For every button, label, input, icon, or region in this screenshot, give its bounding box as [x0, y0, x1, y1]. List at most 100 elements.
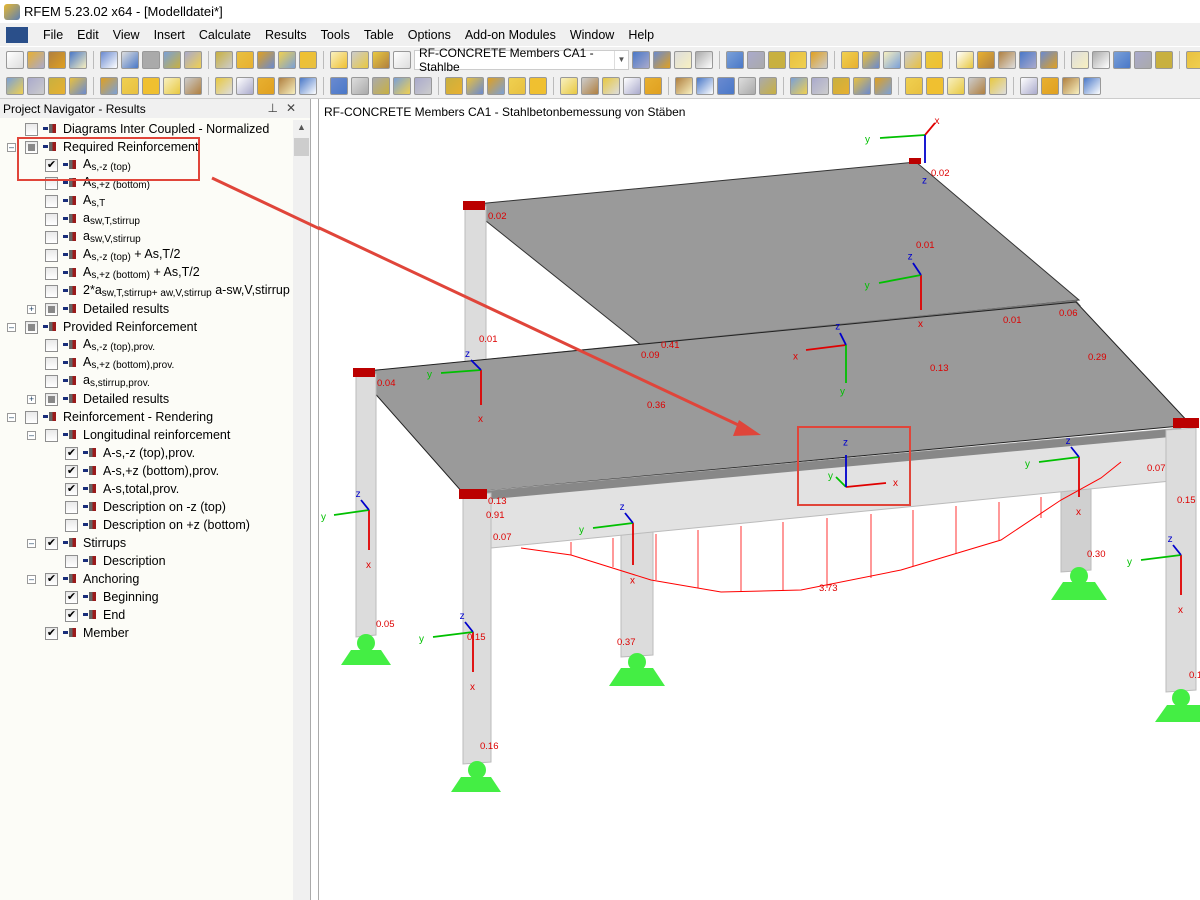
- toolbar-tool-icon[interactable]: [330, 76, 348, 95]
- toolbar-tool-icon[interactable]: [717, 76, 735, 95]
- toolbar-tool-icon[interactable]: [372, 51, 390, 69]
- toolbar-tool-icon[interactable]: [69, 76, 87, 95]
- scroll-thumb[interactable]: [294, 138, 309, 156]
- toolbar-tool-icon[interactable]: [1062, 76, 1080, 95]
- menu-tools[interactable]: Tools: [314, 28, 357, 42]
- checkbox[interactable]: [45, 230, 58, 244]
- toolbar-tool-icon[interactable]: [811, 76, 829, 95]
- collapse-icon[interactable]: –: [27, 539, 36, 548]
- menu-edit[interactable]: Edit: [70, 28, 106, 42]
- tree-item[interactable]: ✔ A-s,-z (top),prov.: [65, 444, 195, 462]
- menu-file[interactable]: File: [36, 28, 70, 42]
- toolbar-tool-icon[interactable]: [874, 76, 892, 95]
- toolbar-tool-icon[interactable]: [236, 51, 254, 69]
- toolbar-tool-icon[interactable]: [696, 76, 714, 95]
- menu-window[interactable]: Window: [563, 28, 621, 42]
- tree-item[interactable]: Description on -z (top): [65, 498, 226, 516]
- toolbar-tool-icon[interactable]: [487, 76, 505, 95]
- toolbar-tool-icon[interactable]: [1041, 76, 1059, 95]
- toolbar-tool-icon[interactable]: [69, 51, 87, 69]
- toolbar-tool-icon[interactable]: [925, 51, 943, 69]
- toolbar-tool-icon[interactable]: [508, 76, 526, 95]
- toolbar-tool-icon[interactable]: [675, 76, 693, 95]
- toolbar-tool-icon[interactable]: [956, 51, 974, 69]
- toolbar-tool-icon[interactable]: [790, 76, 808, 95]
- collapse-icon[interactable]: –: [7, 323, 16, 332]
- toolbar-tool-icon[interactable]: [989, 76, 1007, 95]
- toolbar-tool-icon[interactable]: [1071, 51, 1089, 69]
- checkbox[interactable]: [25, 410, 38, 424]
- tree-item[interactable]: Description: [65, 552, 166, 570]
- toolbar-tool-icon[interactable]: [862, 51, 880, 69]
- checkbox[interactable]: [45, 194, 58, 208]
- toolbar-tool-icon[interactable]: [163, 76, 181, 95]
- toolbar-tool-icon[interactable]: [351, 51, 369, 69]
- toolbar-tool-icon[interactable]: [6, 51, 24, 69]
- toolbar-tool-icon[interactable]: [27, 51, 45, 69]
- toolbar-tool-icon[interactable]: [602, 76, 620, 95]
- toolbar-tool-icon[interactable]: [257, 51, 275, 69]
- toolbar-tool-icon[interactable]: [768, 51, 786, 69]
- checkbox[interactable]: [45, 266, 58, 280]
- checkbox[interactable]: [45, 428, 58, 442]
- scroll-up-icon[interactable]: ▲: [293, 122, 310, 132]
- toolbar-tool-icon[interactable]: [1186, 51, 1200, 69]
- toolbar-tool-icon[interactable]: [1155, 51, 1173, 69]
- toolbar-tool-icon[interactable]: [977, 51, 995, 69]
- checkbox[interactable]: [45, 356, 58, 370]
- close-icon[interactable]: ✕: [286, 101, 304, 115]
- tree-item[interactable]: ✔ Member: [45, 624, 129, 642]
- tree-item[interactable]: As,-z (top) + As,T/2: [45, 246, 180, 264]
- toolbar-tool-icon[interactable]: [278, 51, 296, 69]
- tree-item[interactable]: Reinforcement - Rendering: [25, 408, 213, 426]
- checkbox[interactable]: [25, 320, 38, 334]
- toolbar-tool-icon[interactable]: [215, 51, 233, 69]
- checkbox[interactable]: ✔: [45, 536, 58, 550]
- tree-item[interactable]: As,+z (bottom) + As,T/2: [45, 264, 200, 282]
- tree-item[interactable]: ✔ Anchoring: [45, 570, 139, 588]
- toolbar-tool-icon[interactable]: [393, 51, 411, 69]
- checkbox[interactable]: ✔: [65, 446, 78, 460]
- toolbar-tool-icon[interactable]: [27, 76, 45, 95]
- toolbar-tool-icon[interactable]: [904, 51, 922, 69]
- checkbox[interactable]: ✔: [65, 464, 78, 478]
- tree-item[interactable]: ✔ A-s,total,prov.: [65, 480, 179, 498]
- toolbar-tool-icon[interactable]: [998, 51, 1016, 69]
- toolbar-tool-icon[interactable]: [414, 76, 432, 95]
- toolbar-tool-icon[interactable]: [810, 51, 828, 69]
- load-case-combo[interactable]: RF-CONCRETE Members CA1 - Stahlbe ▼: [414, 46, 629, 74]
- tree-item[interactable]: as,stirrup,prov.: [45, 372, 150, 390]
- checkbox[interactable]: ✔: [65, 608, 78, 622]
- toolbar-tool-icon[interactable]: [1019, 51, 1037, 69]
- tree-item[interactable]: ✔ Beginning: [65, 588, 159, 606]
- tree-item[interactable]: Detailed results: [45, 300, 169, 318]
- toolbar-tool-icon[interactable]: [841, 51, 859, 69]
- toolbar-tool-icon[interactable]: [6, 76, 24, 95]
- checkbox[interactable]: ✔: [65, 482, 78, 496]
- toolbar-tool-icon[interactable]: [48, 51, 66, 69]
- checkbox[interactable]: [65, 518, 78, 532]
- toolbar-tool-icon[interactable]: [351, 76, 369, 95]
- tree-item[interactable]: ✔ A-s,+z (bottom),prov.: [65, 462, 219, 480]
- column[interactable]: [620, 516, 654, 658]
- checkbox[interactable]: [65, 554, 78, 568]
- menu-help[interactable]: Help: [621, 28, 661, 42]
- chevron-down-icon[interactable]: ▼: [614, 51, 628, 69]
- toolbar-tool-icon[interactable]: [632, 51, 650, 69]
- toolbar-tool-icon[interactable]: [299, 51, 317, 69]
- tree-item[interactable]: As,-z (top),prov.: [45, 336, 155, 354]
- toolbar-tool-icon[interactable]: [674, 51, 692, 69]
- toolbar-tool-icon[interactable]: [1092, 51, 1110, 69]
- toolbar-tool-icon[interactable]: [257, 76, 275, 95]
- navigator-scrollbar[interactable]: ▲: [293, 120, 310, 900]
- toolbar-tool-icon[interactable]: [393, 76, 411, 95]
- toolbar-tool-icon[interactable]: [48, 76, 66, 95]
- tree-item[interactable]: As,T: [45, 192, 105, 210]
- checkbox[interactable]: [45, 392, 58, 406]
- toolbar-tool-icon[interactable]: [905, 76, 923, 95]
- toolbar-tool-icon[interactable]: [184, 51, 202, 69]
- toolbar-tool-icon[interactable]: [445, 76, 463, 95]
- toolbar-tool-icon[interactable]: [644, 76, 662, 95]
- menu-options[interactable]: Options: [401, 28, 458, 42]
- 3d-viewport[interactable]: x y z x y z x y z x y z x y z x y z x y z x y z x y z x y z 0.02 0.02 0…: [318, 99, 1200, 900]
